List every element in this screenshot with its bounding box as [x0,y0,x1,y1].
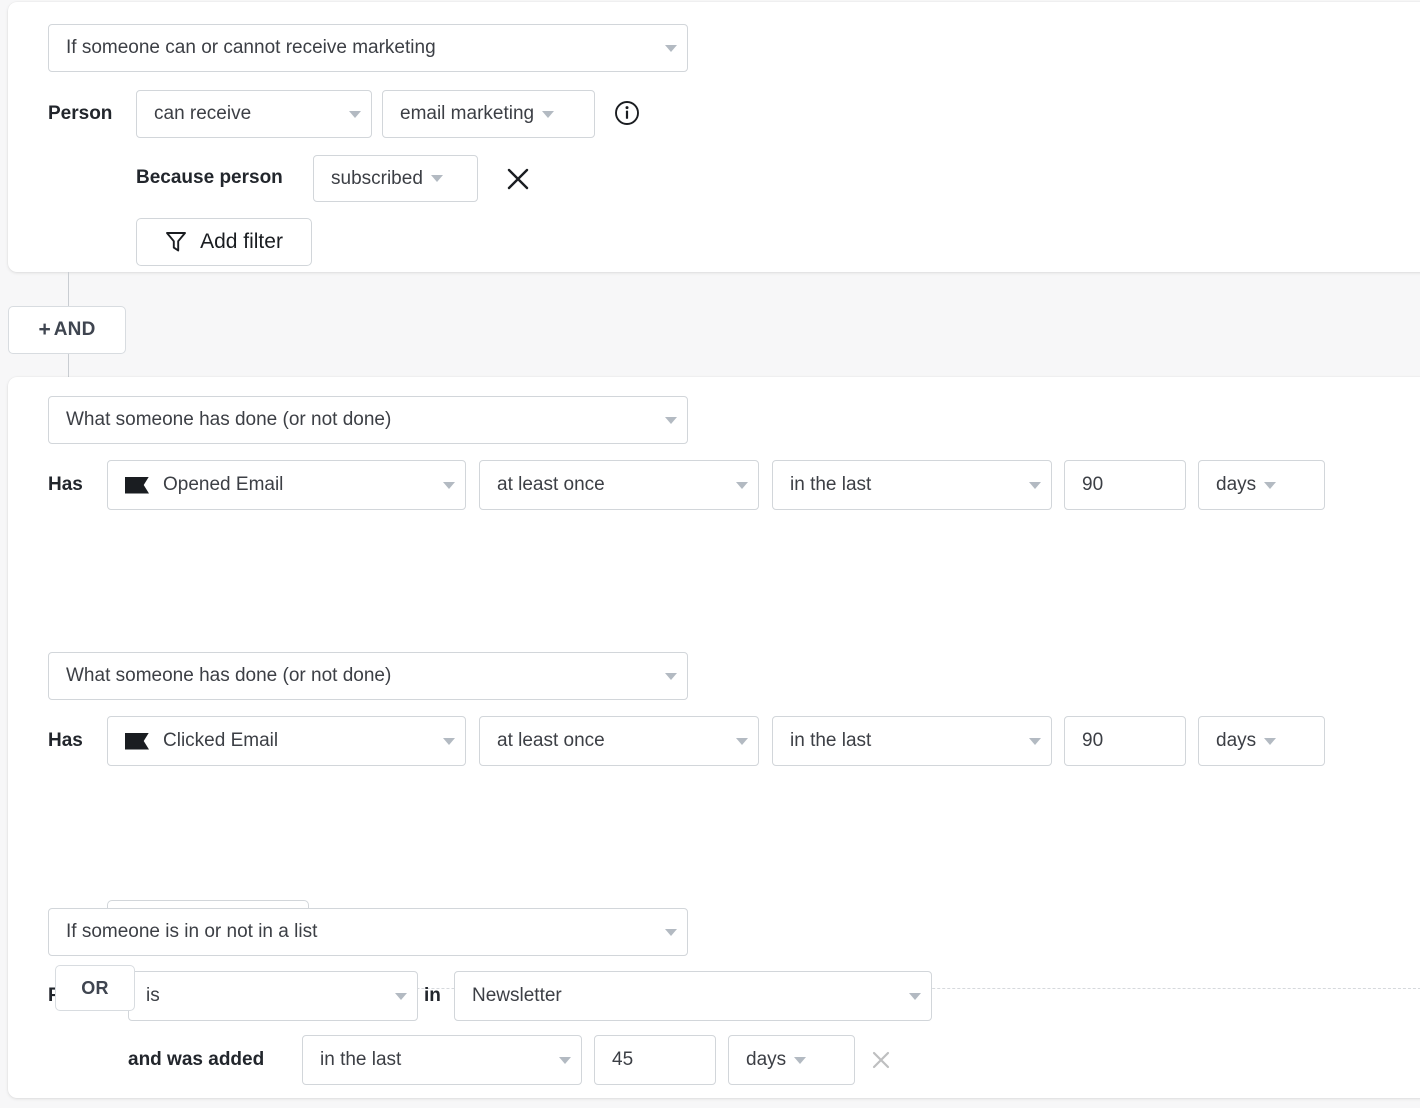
marketing-channel-value: email marketing [400,103,535,124]
chevron-down-icon [542,110,555,118]
chevron-down-icon [443,737,455,745]
amount-input-opened[interactable]: 90 [1064,460,1186,510]
frequency-value: at least once [497,730,605,751]
list-unit-select[interactable]: days [728,1035,855,1085]
list-amount-value: 45 [612,1049,634,1070]
add-filter-label: Add filter [200,230,283,253]
unit-value: days [1216,474,1257,495]
chevron-down-icon [1029,481,1041,489]
condition-type-value: What someone has done (or not done) [66,409,392,430]
list-timeframe-select[interactable]: in the last [302,1035,582,1085]
segment-builder-canvas: If someone can or cannot receive marketi… [0,0,1420,1108]
chevron-down-icon [1264,737,1277,745]
add-and-group-button[interactable]: + AND [8,306,126,354]
unit-select-opened[interactable]: days [1198,460,1325,510]
metric-value: Opened Email [163,474,284,495]
chevron-down-icon [1029,737,1041,745]
chevron-down-icon [665,672,677,680]
condition-type-select-marketing[interactable]: If someone can or cannot receive marketi… [48,24,688,72]
add-filter-button-marketing[interactable]: Add filter [136,218,312,266]
chevron-down-icon [1264,481,1277,489]
because-person-label: Because person [136,167,283,188]
timeframe-value: in the last [790,474,872,495]
plus-icon: + [38,318,51,341]
chevron-down-icon [665,416,677,424]
list-timeframe-value: in the last [320,1049,402,1070]
list-operator-value: is [146,985,160,1006]
has-label-clicked: Has [48,730,83,751]
close-icon[interactable] [503,164,533,194]
amount-value: 90 [1082,474,1104,495]
timeframe-select-clicked[interactable]: in the last [772,716,1052,766]
unit-select-clicked[interactable]: days [1198,716,1325,766]
frequency-value: at least once [497,474,605,495]
list-amount-input[interactable]: 45 [594,1035,716,1085]
close-icon[interactable] [866,1045,896,1075]
chevron-down-icon [443,481,455,489]
chevron-down-icon [665,44,677,52]
or-divider-button-1[interactable]: OR [55,965,135,1011]
marketing-operator-value: can receive [154,103,252,124]
unit-value: days [1216,730,1257,751]
has-label-opened: Has [48,474,83,495]
list-joiner-label: in [424,985,441,1006]
condition-type-value: If someone is in or not in a list [66,921,318,942]
list-operator-select[interactable]: is [128,971,418,1021]
flag-icon [125,732,149,750]
connector-line-bottom [68,354,69,378]
amount-input-clicked[interactable]: 90 [1064,716,1186,766]
chevron-down-icon [736,481,748,489]
list-name-value: Newsletter [472,985,562,1006]
marketing-operator-select[interactable]: can receive [136,90,372,138]
funnel-outline-icon [165,230,187,254]
person-label: Person [48,103,113,124]
and-was-added-label: and was added [128,1049,265,1070]
frequency-select-clicked[interactable]: at least once [479,716,759,766]
or-label: OR [81,977,109,998]
chevron-down-icon [665,928,677,936]
list-name-select[interactable]: Newsletter [454,971,932,1021]
condition-type-select-clicked[interactable]: What someone has done (or not done) [48,652,688,700]
because-person-reason-value: subscribed [331,167,423,189]
condition-type-value: If someone can or cannot receive marketi… [66,37,436,58]
chevron-down-icon [395,992,407,1000]
condition-group-marketing: If someone can or cannot receive marketi… [8,2,1420,272]
and-button-label: AND [53,319,96,340]
amount-value: 90 [1082,730,1104,751]
list-unit-value: days [746,1049,787,1070]
condition-type-value: What someone has done (or not done) [66,665,392,686]
frequency-select-opened[interactable]: at least once [479,460,759,510]
condition-type-select-list[interactable]: If someone is in or not in a list [48,908,688,956]
condition-type-select-opened[interactable]: What someone has done (or not done) [48,396,688,444]
chevron-down-icon [349,110,361,118]
chevron-down-icon [736,737,748,745]
timeframe-select-opened[interactable]: in the last [772,460,1052,510]
metric-select-clicked[interactable]: Clicked Email [107,716,466,766]
metric-select-opened[interactable]: Opened Email [107,460,466,510]
chevron-down-icon [794,1056,807,1064]
connector-line-top [68,272,69,306]
info-icon[interactable] [614,100,640,126]
flag-icon [125,476,149,494]
because-person-reason-select[interactable]: subscribed [313,155,478,202]
metric-value: Clicked Email [163,730,279,751]
marketing-channel-select[interactable]: email marketing [382,90,595,138]
chevron-down-icon [909,992,921,1000]
chevron-down-icon [559,1056,571,1064]
chevron-down-icon [430,175,443,182]
timeframe-value: in the last [790,730,872,751]
condition-group-activity: What someone has done (or not done) Has … [8,377,1420,1098]
